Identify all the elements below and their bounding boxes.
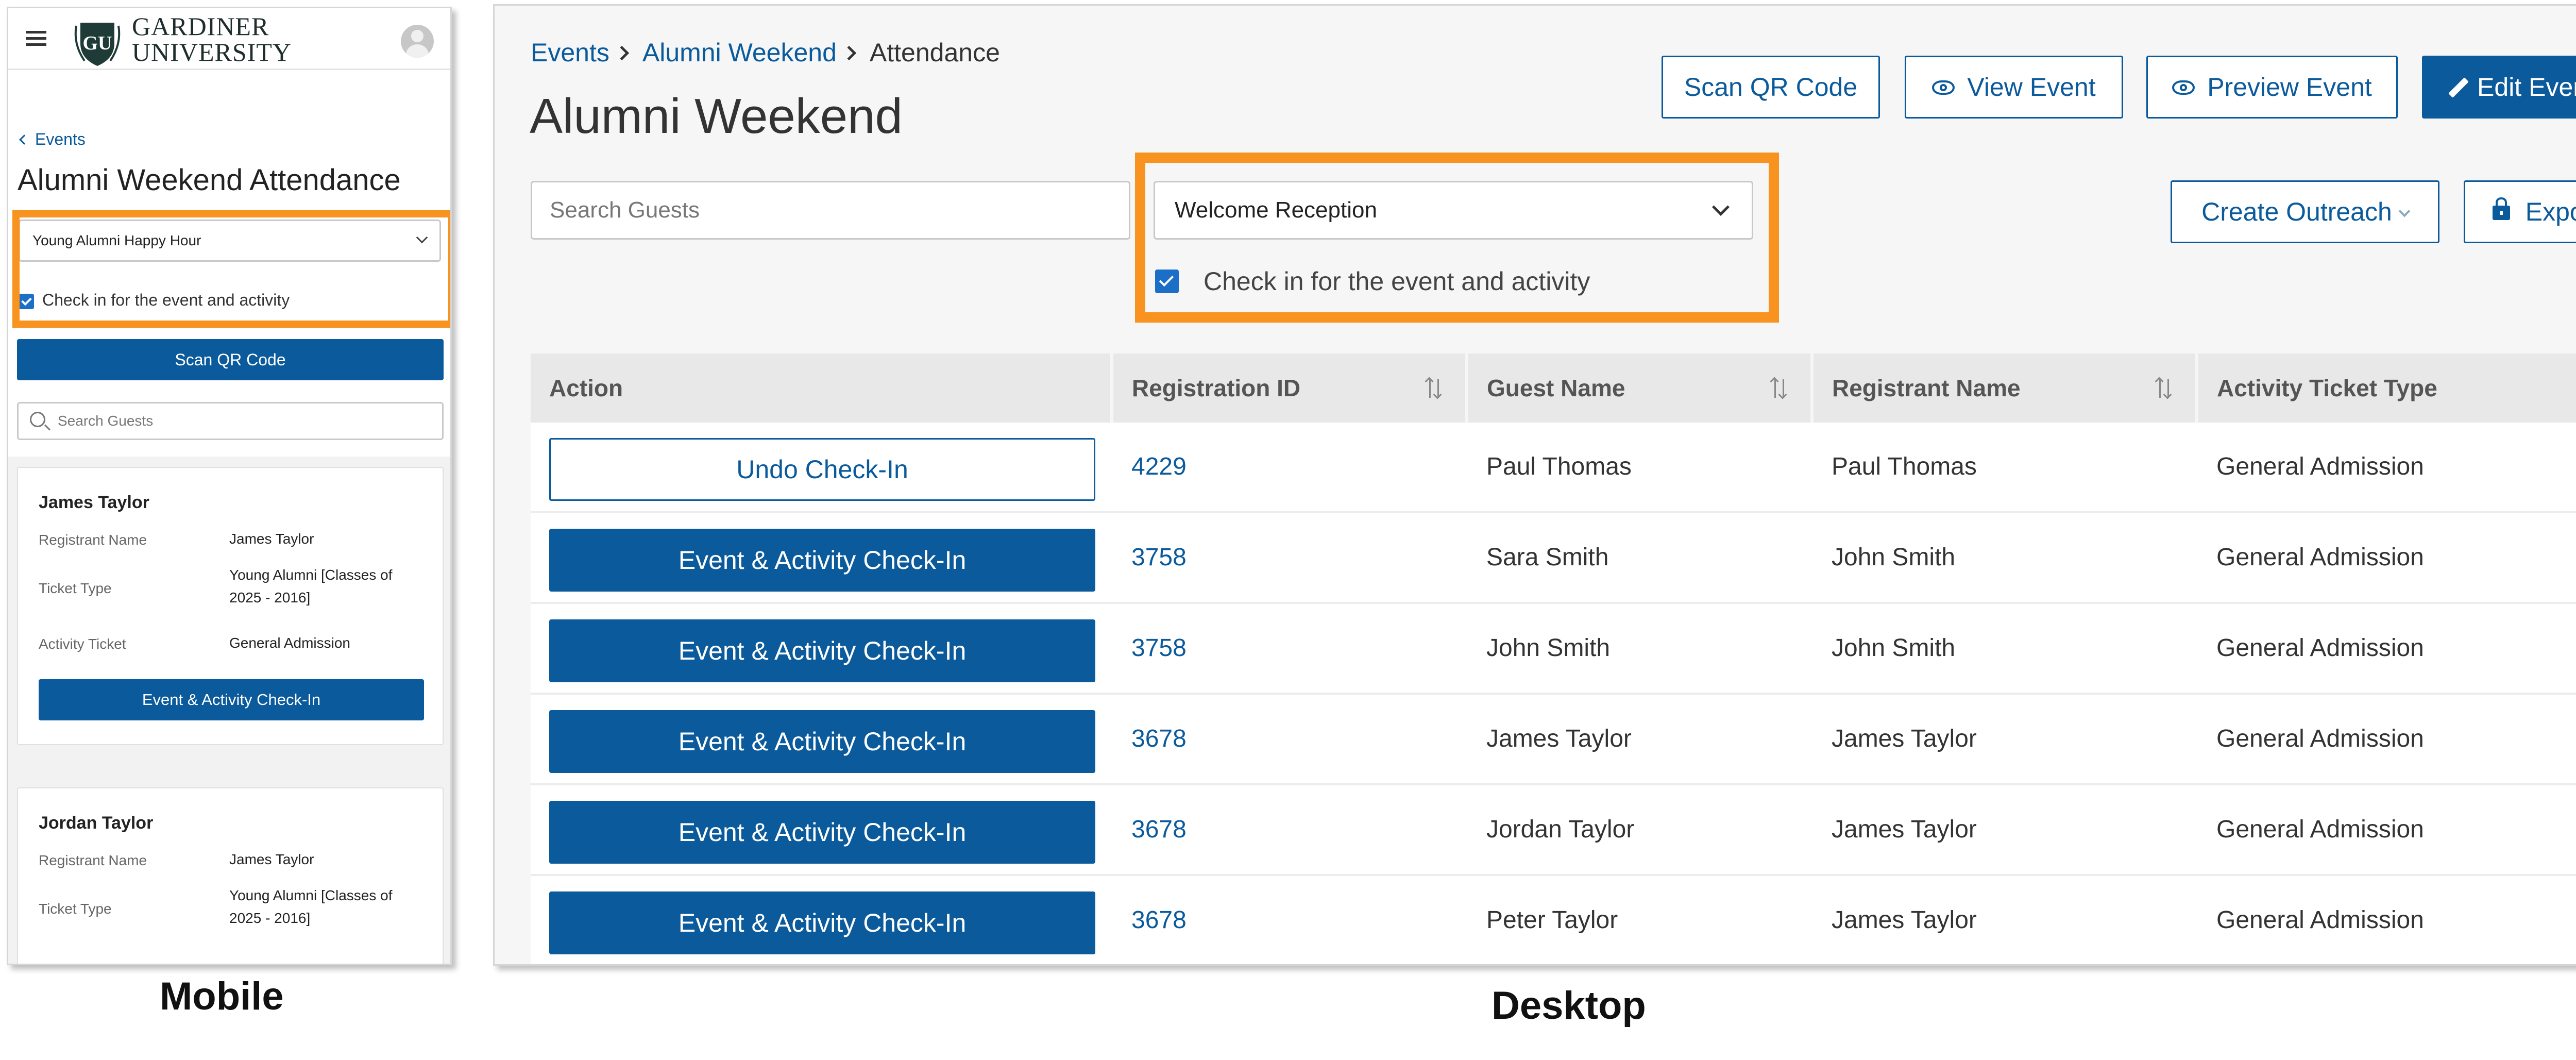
activity-ticket-label: Activity Ticket (39, 636, 126, 652)
chevron-left-icon (19, 134, 29, 145)
table-header: Action Registration ID Guest Name Regist… (531, 354, 2576, 423)
sort-icon[interactable] (1769, 377, 1790, 399)
export-icon (2492, 197, 2510, 220)
highlight-box (1135, 153, 1779, 323)
university-shield-logo: GU (74, 23, 121, 66)
desktop-caption: Desktop (1492, 984, 1646, 1028)
registrant-label: Registrant Name (39, 852, 147, 868)
breadcrumb-alumni-weekend-link[interactable]: Alumni Weekend (642, 38, 837, 67)
guest-name-cell: Jordan Taylor (1486, 816, 1635, 843)
undo-check-in-button[interactable]: Undo Check-In (549, 438, 1095, 501)
ticket-type-cell: General Admission (2216, 634, 2424, 662)
registrant-name-cell: James Taylor (1832, 816, 1977, 843)
guest-name-cell: Sara Smith (1486, 544, 1609, 571)
ticket-type-cell: General Admission (2216, 816, 2424, 843)
registrant-label: Registrant Name (39, 532, 147, 548)
table-row: Undo Check-In 4229 Paul Thomas Paul Thom… (531, 423, 2576, 513)
event-activity-check-in-button[interactable]: Event & Activity Check-In (549, 891, 1095, 954)
mobile-top-bar: GU GARDINER UNIVERSITY (8, 8, 450, 70)
search-guests-input[interactable]: Search Guests (531, 181, 1130, 240)
guest-name-cell: Paul Thomas (1486, 453, 1632, 480)
ticket-type-cell: General Admission (2216, 453, 2424, 480)
breadcrumb-current: Attendance (869, 38, 1000, 67)
column-header-registration-id[interactable]: Registration ID (1113, 354, 1468, 423)
sort-icon[interactable] (1424, 377, 1445, 399)
event-activity-check-in-button[interactable]: Event & Activity Check-In (549, 529, 1095, 592)
user-avatar-icon[interactable] (401, 25, 434, 58)
view-event-button[interactable]: View Event (1905, 56, 2123, 119)
svg-text:GU: GU (83, 32, 112, 54)
registration-id-link[interactable]: 3758 (1131, 513, 1187, 602)
column-header-registrant-name[interactable]: Registrant Name (1814, 354, 2198, 423)
registrant-name-cell: John Smith (1832, 634, 1956, 662)
scan-qr-code-button[interactable]: Scan QR Code (17, 339, 444, 380)
sort-icon[interactable] (2154, 377, 2175, 399)
mobile-caption: Mobile (160, 974, 284, 1018)
ticket-type-value: Young Alumni [Classes of 2025 - 2016] (229, 887, 393, 926)
column-header-guest-name[interactable]: Guest Name (1468, 354, 1814, 423)
chevron-down-icon (2398, 205, 2411, 217)
column-header-action: Action (531, 354, 1113, 423)
pencil-icon (2448, 77, 2469, 98)
scan-qr-code-button[interactable]: Scan QR Code (1662, 56, 1880, 119)
university-wordmark: GARDINER UNIVERSITY (132, 12, 292, 66)
search-guests-input[interactable]: Search Guests (17, 402, 444, 440)
export-button[interactable]: Export (2464, 180, 2576, 243)
eye-icon (2172, 80, 2195, 95)
search-icon (30, 412, 45, 427)
guest-name-cell: Peter Taylor (1486, 906, 1618, 934)
table-row: Event & Activity Check-In 3678 Jordan Ta… (531, 785, 2576, 876)
registration-id-link[interactable]: 3678 (1131, 695, 1187, 783)
ticket-type-value: Young Alumni [Classes of 2025 - 2016] (229, 567, 393, 605)
registrant-value: James Taylor (229, 851, 314, 867)
registrant-name-cell: James Taylor (1832, 906, 1977, 934)
page-title: Alumni Weekend (530, 89, 903, 144)
activity-ticket-value: General Admission (229, 635, 351, 651)
edit-event-button[interactable]: Edit Event (2422, 56, 2576, 119)
preview-event-button[interactable]: Preview Event (2146, 56, 2398, 119)
event-activity-check-in-button[interactable]: Event & Activity Check-In (549, 710, 1095, 773)
registrant-name-cell: Paul Thomas (1832, 453, 1977, 480)
column-header-activity-ticket-type[interactable]: Activity Ticket Type (2198, 354, 2576, 423)
mobile-screen: GU GARDINER UNIVERSITY Events Alumni Wee… (7, 7, 452, 965)
guest-name-cell: James Taylor (1486, 725, 1632, 752)
chevron-right-icon (841, 45, 857, 61)
ticket-type-label: Ticket Type (39, 901, 112, 917)
registration-id-link[interactable]: 4229 (1131, 423, 1187, 511)
registration-id-link[interactable]: 3758 (1131, 604, 1187, 693)
chevron-right-icon (614, 45, 630, 61)
guest-card: Jordan Taylor Registrant Name James Tayl… (17, 787, 444, 964)
registration-id-link[interactable]: 3678 (1131, 785, 1187, 874)
back-to-events-link[interactable]: Events (19, 130, 86, 149)
desktop-screen: Events Alumni Weekend Attendance Alumni We… (493, 4, 2576, 966)
breadcrumb: Events Alumni Weekend Attendance (531, 38, 1000, 68)
guest-name: James Taylor (39, 493, 149, 512)
registrant-value: James Taylor (229, 531, 314, 547)
registration-id-link[interactable]: 3678 (1131, 876, 1187, 964)
registrant-name-cell: James Taylor (1832, 725, 1977, 752)
ticket-type-cell: General Admission (2216, 725, 2424, 752)
hamburger-menu-icon[interactable] (26, 31, 46, 46)
ticket-type-cell: General Admission (2216, 544, 2424, 571)
event-activity-check-in-button[interactable]: Event & Activity Check-In (39, 679, 424, 720)
table-row: Event & Activity Check-In 3758 John Smit… (531, 604, 2576, 695)
table-row: Event & Activity Check-In 3758 Sara Smit… (531, 513, 2576, 604)
event-activity-check-in-button[interactable]: Event & Activity Check-In (549, 801, 1095, 864)
guest-name-cell: John Smith (1486, 634, 1611, 662)
event-activity-check-in-button[interactable]: Event & Activity Check-In (549, 619, 1095, 682)
table-row: Event & Activity Check-In 3678 Peter Tay… (531, 876, 2576, 964)
guest-card: James Taylor Registrant Name James Taylo… (17, 467, 444, 745)
create-outreach-dropdown[interactable]: Create Outreach (2171, 180, 2439, 243)
eye-icon (1932, 80, 1955, 95)
ticket-type-label: Ticket Type (39, 580, 112, 596)
breadcrumb-events-link[interactable]: Events (531, 38, 609, 67)
highlight-box (12, 210, 450, 328)
registrant-name-cell: John Smith (1832, 544, 1956, 571)
page-title: Alumni Weekend Attendance (18, 163, 401, 197)
ticket-type-cell: General Admission (2216, 906, 2424, 934)
table-row: Event & Activity Check-In 3678 James Tay… (531, 695, 2576, 785)
guest-name: Jordan Taylor (39, 813, 154, 833)
